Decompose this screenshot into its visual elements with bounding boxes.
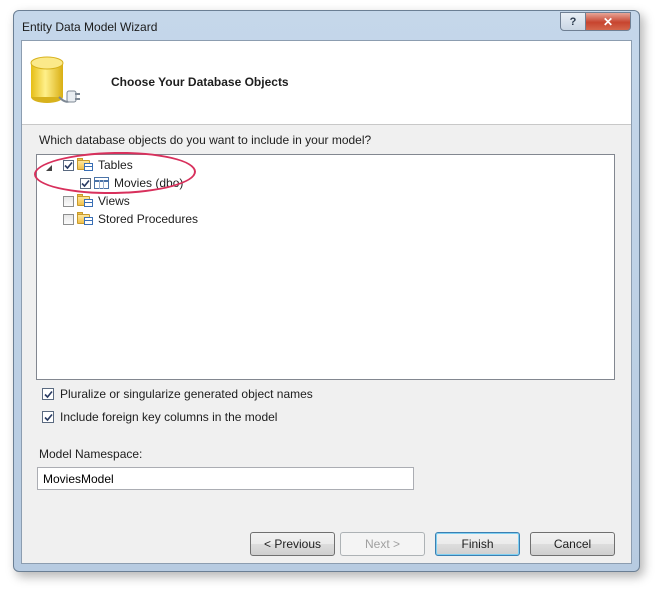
tables-collapse-icon[interactable] [46, 165, 52, 171]
tables-checkbox[interactable] [63, 159, 74, 171]
foreign-keys-label: Include foreign key columns in the model [60, 410, 278, 424]
views-checkbox[interactable] [63, 195, 74, 207]
window-title: Entity Data Model Wizard [22, 20, 158, 34]
pluralize-label: Pluralize or singularize generated objec… [60, 387, 313, 401]
help-icon: ? [569, 15, 577, 28]
close-button[interactable]: ✕ [585, 12, 631, 31]
foreign-keys-option[interactable]: Include foreign key columns in the model [42, 410, 277, 424]
model-namespace-label: Model Namespace: [39, 447, 143, 461]
next-button[interactable]: Next > [340, 532, 425, 556]
database-objects-tree[interactable]: Tables Movies (dbo) Views Stored Procedu… [36, 154, 615, 380]
wizard-header: Choose Your Database Objects [22, 41, 631, 125]
cancel-button[interactable]: Cancel [530, 532, 615, 556]
wizard-window: Entity Data Model Wizard ? ✕ Choose Your… [13, 10, 640, 572]
tree-node-label: Stored Procedures [98, 212, 199, 226]
objects-prompt-label: Which database objects do you want to in… [39, 133, 372, 147]
checkmark-icon [43, 390, 53, 398]
views-folder-icon [77, 194, 93, 208]
movies-checkbox[interactable] [80, 177, 91, 189]
page-title: Choose Your Database Objects [111, 75, 289, 89]
table-icon [94, 177, 109, 189]
close-icon: ✕ [602, 14, 614, 29]
finish-button[interactable]: Finish [435, 532, 520, 556]
tree-node-label: Views [98, 194, 130, 208]
previous-button[interactable]: < Previous [250, 532, 335, 556]
stored-procedures-checkbox[interactable] [63, 213, 74, 225]
tree-node-label: Tables [98, 158, 133, 172]
checkmark-icon [81, 179, 90, 187]
checkmark-icon [43, 413, 53, 421]
foreign-keys-checkbox[interactable] [42, 411, 54, 423]
tree-node-movies[interactable]: Movies (dbo) [80, 174, 183, 192]
tree-node-tables[interactable]: Tables [63, 156, 133, 174]
tree-node-label: Movies (dbo) [114, 176, 184, 190]
model-namespace-input[interactable] [37, 467, 414, 490]
wizard-client-area: Choose Your Database Objects Which datab… [21, 40, 632, 564]
database-connector-icon [30, 56, 80, 103]
stored-procedures-folder-icon [77, 212, 93, 226]
tree-node-views[interactable]: Views [63, 192, 130, 210]
help-button[interactable]: ? [560, 12, 586, 31]
tables-folder-icon [77, 158, 93, 172]
pluralize-checkbox[interactable] [42, 388, 54, 400]
tree-node-stored-procedures[interactable]: Stored Procedures [63, 210, 198, 228]
pluralize-option[interactable]: Pluralize or singularize generated objec… [42, 387, 313, 401]
checkmark-icon [64, 161, 73, 169]
